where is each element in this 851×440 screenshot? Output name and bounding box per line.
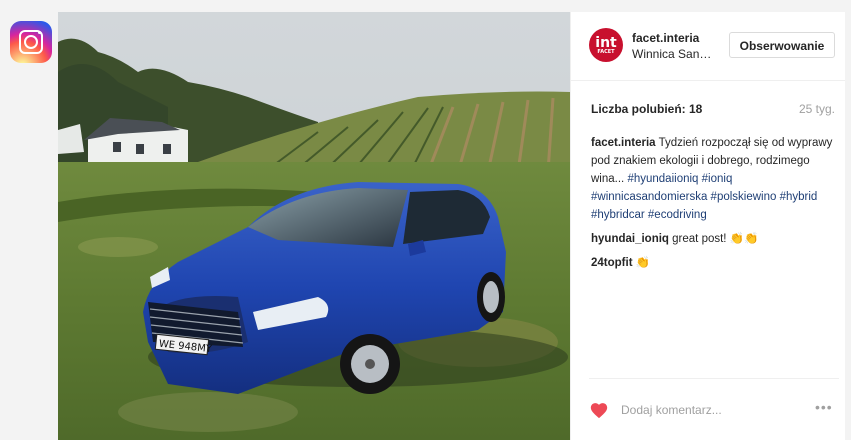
hashtag[interactable]: #hybrid xyxy=(780,191,818,203)
author-username[interactable]: facet.interia xyxy=(632,31,699,45)
post-panel: int FACET facet.interia Winnica San… Obs… xyxy=(570,12,845,440)
add-comment-input[interactable]: Dodaj komentarz... xyxy=(621,403,722,417)
instagram-icon[interactable] xyxy=(10,21,52,63)
comment-item: 24topfit 👏 xyxy=(591,254,837,272)
hashtag[interactable]: #hybridcar xyxy=(591,209,645,221)
caption: facet.interia Tydzień rozpoczął się od w… xyxy=(591,134,837,224)
avatar[interactable]: int FACET xyxy=(589,28,623,62)
comment-username[interactable]: hyundai_ioniq xyxy=(591,233,669,245)
comment-username[interactable]: 24topfit xyxy=(591,257,633,269)
comments-list: facet.interia Tydzień rozpoczął się od w… xyxy=(591,134,837,278)
caption-username[interactable]: facet.interia xyxy=(591,137,656,149)
camera-flash-dot xyxy=(38,31,41,34)
car-in-vineyard-image: WE 948MY xyxy=(58,12,570,440)
following-button[interactable]: Obserwowanie xyxy=(729,32,835,58)
more-options-icon[interactable]: ••• xyxy=(815,399,833,415)
hashtag[interactable]: #ecodriving xyxy=(648,209,707,221)
hashtag[interactable]: #polskiewino xyxy=(711,191,777,203)
post-location[interactable]: Winnica San… xyxy=(632,47,714,61)
likes-row: Liczba polubień: 18 25 tyg. xyxy=(591,102,837,116)
hashtag[interactable]: #winnicasandomierska xyxy=(591,191,707,203)
comment-text: great post! 👏👏 xyxy=(672,233,759,245)
likes-count[interactable]: Liczba polubień: 18 xyxy=(591,102,702,116)
post-photo[interactable]: WE 948MY xyxy=(58,12,570,440)
avatar-subtext: FACET xyxy=(597,49,615,55)
hashtag[interactable]: #hyundaiioniq xyxy=(627,173,698,185)
post-header: int FACET facet.interia Winnica San… Obs… xyxy=(571,12,845,81)
comment-text: 👏 xyxy=(635,257,651,269)
post-age[interactable]: 25 tyg. xyxy=(799,102,835,116)
post-footer: Dodaj komentarz... ••• xyxy=(589,378,839,425)
camera-lens xyxy=(24,35,38,49)
comment-item: hyundai_ioniq great post! 👏👏 xyxy=(591,230,837,248)
hashtag[interactable]: #ioniq xyxy=(702,173,733,185)
heart-icon[interactable] xyxy=(589,401,609,419)
